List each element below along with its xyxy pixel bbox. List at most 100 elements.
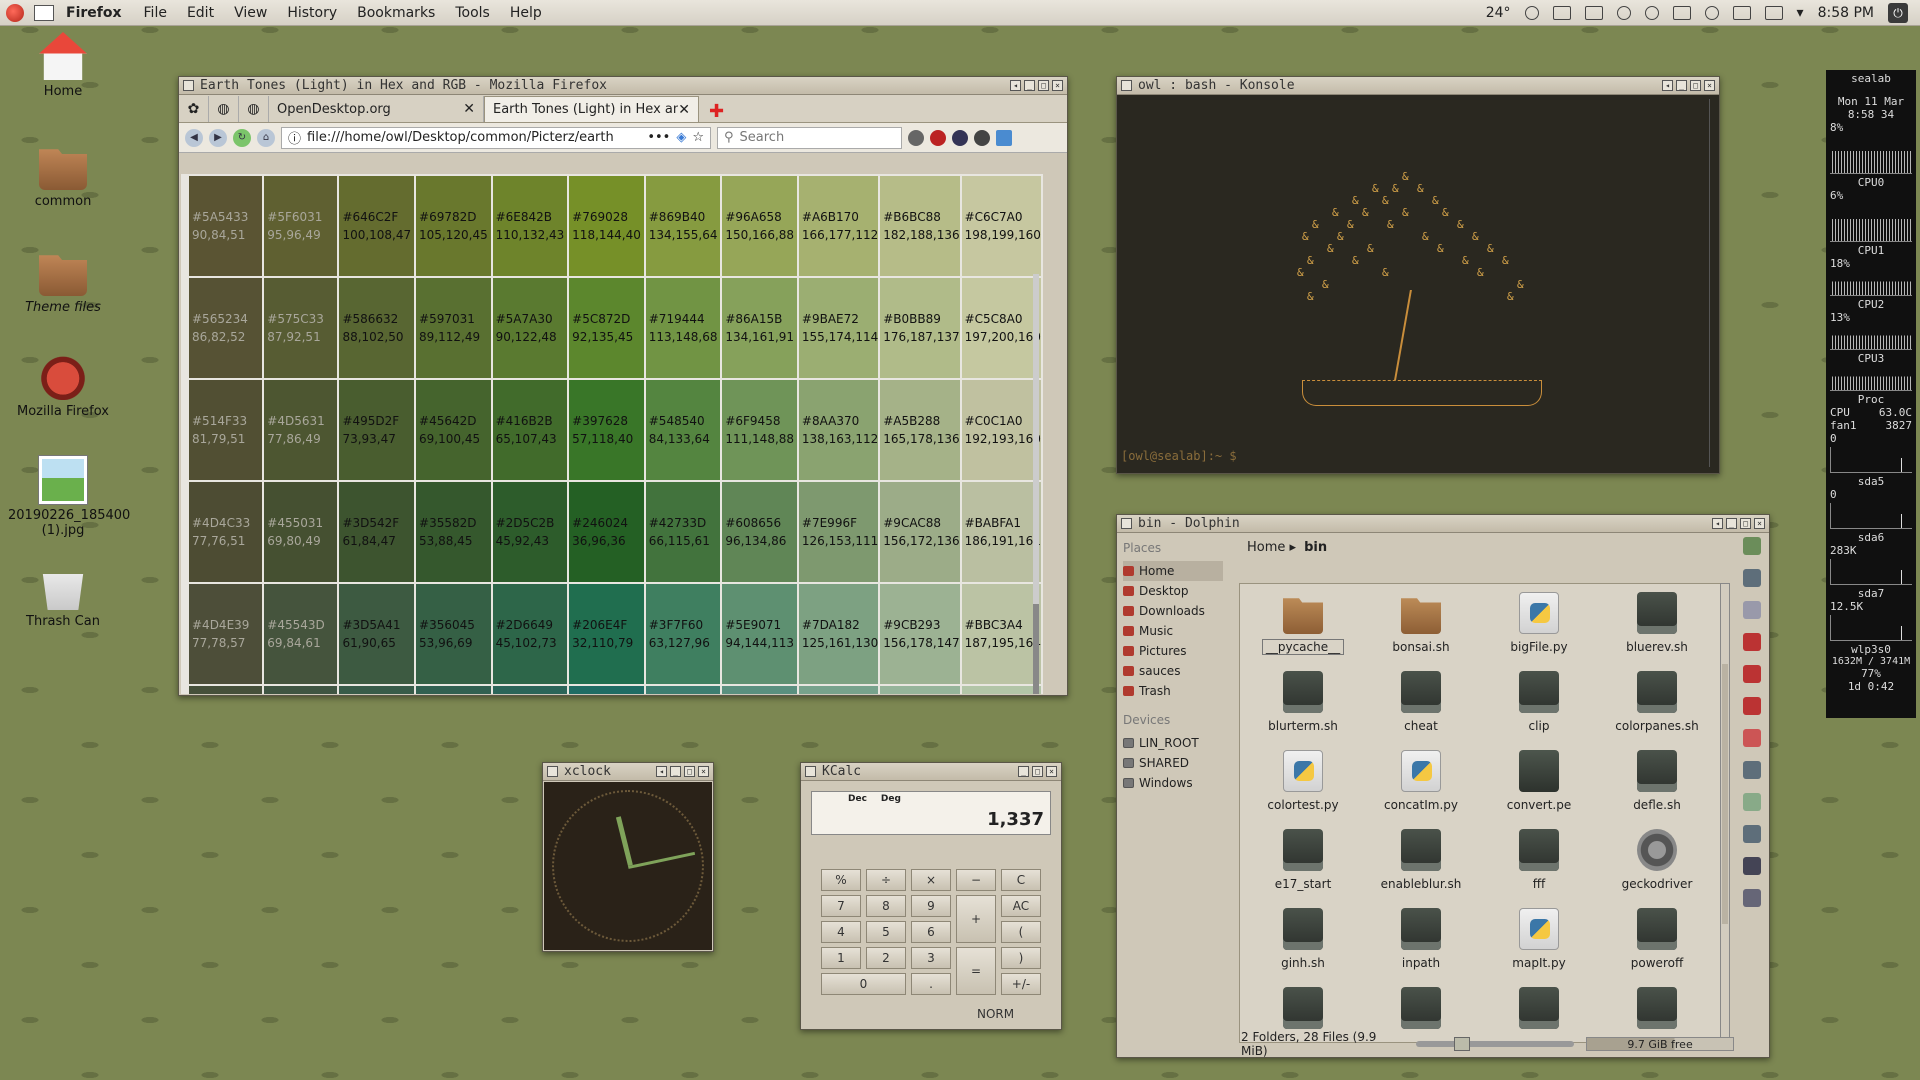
maximize-icon[interactable]: □ (1740, 518, 1751, 529)
file-item[interactable]: __pycache__ (1244, 592, 1362, 671)
workspace-2-icon[interactable] (1584, 5, 1603, 20)
file-item[interactable]: mapIt.py (1480, 908, 1598, 987)
ublock-icon[interactable] (930, 129, 946, 146)
maximize-icon[interactable]: □ (1690, 80, 1701, 91)
new-tab-button[interactable]: ✚ (699, 101, 734, 122)
calendar-3-icon[interactable] (1743, 697, 1761, 715)
place-item[interactable]: Pictures (1123, 641, 1223, 661)
weather-temperature[interactable]: 24° (1486, 5, 1511, 21)
calc-key[interactable]: 8 (866, 895, 906, 917)
konsole-titlebar[interactable]: owl : bash - Konsole ◂ _ □ × (1117, 77, 1719, 95)
image-icon[interactable] (1743, 729, 1761, 747)
minimize-icon[interactable]: _ (1676, 80, 1687, 91)
calc-key[interactable]: AC (1001, 895, 1041, 917)
power-icon[interactable]: ⏻ (1888, 2, 1908, 23)
zoom-slider[interactable] (1416, 1037, 1575, 1051)
window-menu-icon[interactable] (547, 766, 558, 777)
send-icon[interactable] (1743, 569, 1761, 587)
calc-key[interactable]: 3 (911, 947, 951, 969)
calendar-2-icon[interactable] (1743, 665, 1761, 683)
file-item[interactable]: colorpanes.sh (1598, 671, 1716, 750)
calc-key[interactable]: +/- (1001, 973, 1041, 995)
view-icon[interactable] (1743, 793, 1761, 811)
kcalc-titlebar[interactable]: KCalc _ □ × (801, 763, 1061, 781)
calc-key[interactable]: 1 (821, 947, 861, 969)
calc-key[interactable]: ÷ (866, 869, 906, 891)
calc-key[interactable]: = (956, 947, 996, 995)
menu-edit[interactable]: Edit (177, 5, 224, 21)
file-item[interactable]: colortest.py (1244, 750, 1362, 829)
menu-tools[interactable]: Tools (445, 5, 500, 21)
place-item[interactable]: Desktop (1123, 581, 1223, 601)
breadcrumb-bin[interactable]: bin (1304, 540, 1327, 555)
desktop-icon-common[interactable]: common (8, 142, 118, 209)
device-item[interactable]: SHARED (1123, 753, 1223, 773)
menu-help[interactable]: Help (500, 5, 552, 21)
lightbulb-icon[interactable] (1616, 5, 1631, 20)
window-menu-icon[interactable] (805, 766, 816, 777)
file-item[interactable]: bluerev.sh (1598, 592, 1716, 671)
desktop-icon-firefox[interactable]: Mozilla Firefox (8, 352, 118, 419)
calc-key[interactable]: ) (1001, 947, 1041, 969)
file-item[interactable]: e17_start (1244, 829, 1362, 908)
tray-dropdown-icon[interactable]: ▾ (1797, 5, 1804, 21)
night-mode-icon[interactable] (1524, 5, 1539, 20)
menu-view[interactable]: View (224, 5, 277, 21)
terminal-icon[interactable] (1743, 857, 1761, 875)
breadcrumb-home[interactable]: Home ▸ (1247, 540, 1296, 555)
battery-icon[interactable] (1672, 5, 1691, 20)
privacy-mask-icon[interactable] (974, 129, 990, 146)
back-icon[interactable]: ◀ (185, 128, 203, 147)
menu-bookmarks[interactable]: Bookmarks (347, 5, 445, 21)
place-item[interactable]: Trash (1123, 681, 1223, 701)
tab-earth-tones[interactable]: Earth Tones (Light) in Hex and R ✕ (484, 96, 699, 122)
calc-key[interactable]: 5 (866, 921, 906, 943)
place-item[interactable]: Downloads (1123, 601, 1223, 621)
shade-icon[interactable]: ◂ (656, 766, 667, 777)
search-icon[interactable] (1743, 761, 1761, 779)
close-icon[interactable]: × (1704, 80, 1715, 91)
maximize-icon[interactable]: □ (1032, 766, 1043, 777)
desktop-icon-home[interactable]: Home (8, 32, 118, 99)
calc-key[interactable]: − (956, 869, 996, 891)
attach-icon[interactable] (1743, 601, 1761, 619)
terminal-area[interactable]: & & & & & & & & & & & & & & & & & & & & & & & & & & & & & & & & & & [owl@… (1117, 95, 1719, 473)
place-item[interactable]: Music (1123, 621, 1223, 641)
bookmark-star-icon[interactable]: ☆ (692, 130, 704, 145)
close-icon[interactable]: × (1046, 766, 1057, 777)
tab-close-icon[interactable]: ✕ (463, 101, 475, 117)
file-view-scrollbar[interactable] (1720, 583, 1730, 1043)
tools-icon[interactable] (1743, 889, 1761, 907)
close-icon[interactable]: × (698, 766, 709, 777)
file-item[interactable]: clip (1480, 671, 1598, 750)
calc-key[interactable]: ( (1001, 921, 1041, 943)
calc-key[interactable]: 7 (821, 895, 861, 917)
desktop-icon-theme-files[interactable]: Theme files (8, 248, 118, 315)
file-item[interactable]: geckodriver (1598, 829, 1716, 908)
file-item[interactable]: blurterm.sh (1244, 671, 1362, 750)
place-item[interactable]: sauces (1123, 661, 1223, 681)
zoom-icon[interactable] (1743, 825, 1761, 843)
firefox-titlebar[interactable]: Earth Tones (Light) in Hex and RGB - Moz… (179, 77, 1067, 95)
zoom-slider-knob[interactable] (1454, 1037, 1471, 1051)
file-item[interactable]: defle.sh (1598, 750, 1716, 829)
place-item[interactable]: Home (1123, 561, 1223, 581)
dolphin-titlebar[interactable]: bin - Dolphin ◂ _ □ × (1117, 515, 1769, 533)
shade-icon[interactable]: ◂ (1712, 518, 1723, 529)
calendar-icon[interactable] (1743, 633, 1761, 651)
menu-file[interactable]: File (134, 5, 177, 21)
file-item[interactable]: ginh.sh (1244, 908, 1362, 987)
wifi-icon[interactable] (1644, 5, 1659, 20)
window-menu-icon[interactable] (183, 80, 194, 91)
device-item[interactable]: Windows (1123, 773, 1223, 793)
url-text[interactable]: file:///home/owl/Desktop/common/Picterz/… (307, 130, 641, 145)
window-list-icon[interactable] (34, 4, 54, 21)
file-item[interactable]: fff (1480, 829, 1598, 908)
file-item[interactable]: bigFile.py (1480, 592, 1598, 671)
calc-key[interactable]: + (956, 895, 996, 943)
forward-icon[interactable]: ▶ (209, 128, 227, 147)
shade-icon[interactable]: ◂ (1662, 80, 1673, 91)
terminal-scrollbar[interactable] (1709, 99, 1715, 467)
calc-key[interactable]: 6 (911, 921, 951, 943)
close-icon[interactable]: × (1754, 518, 1765, 529)
